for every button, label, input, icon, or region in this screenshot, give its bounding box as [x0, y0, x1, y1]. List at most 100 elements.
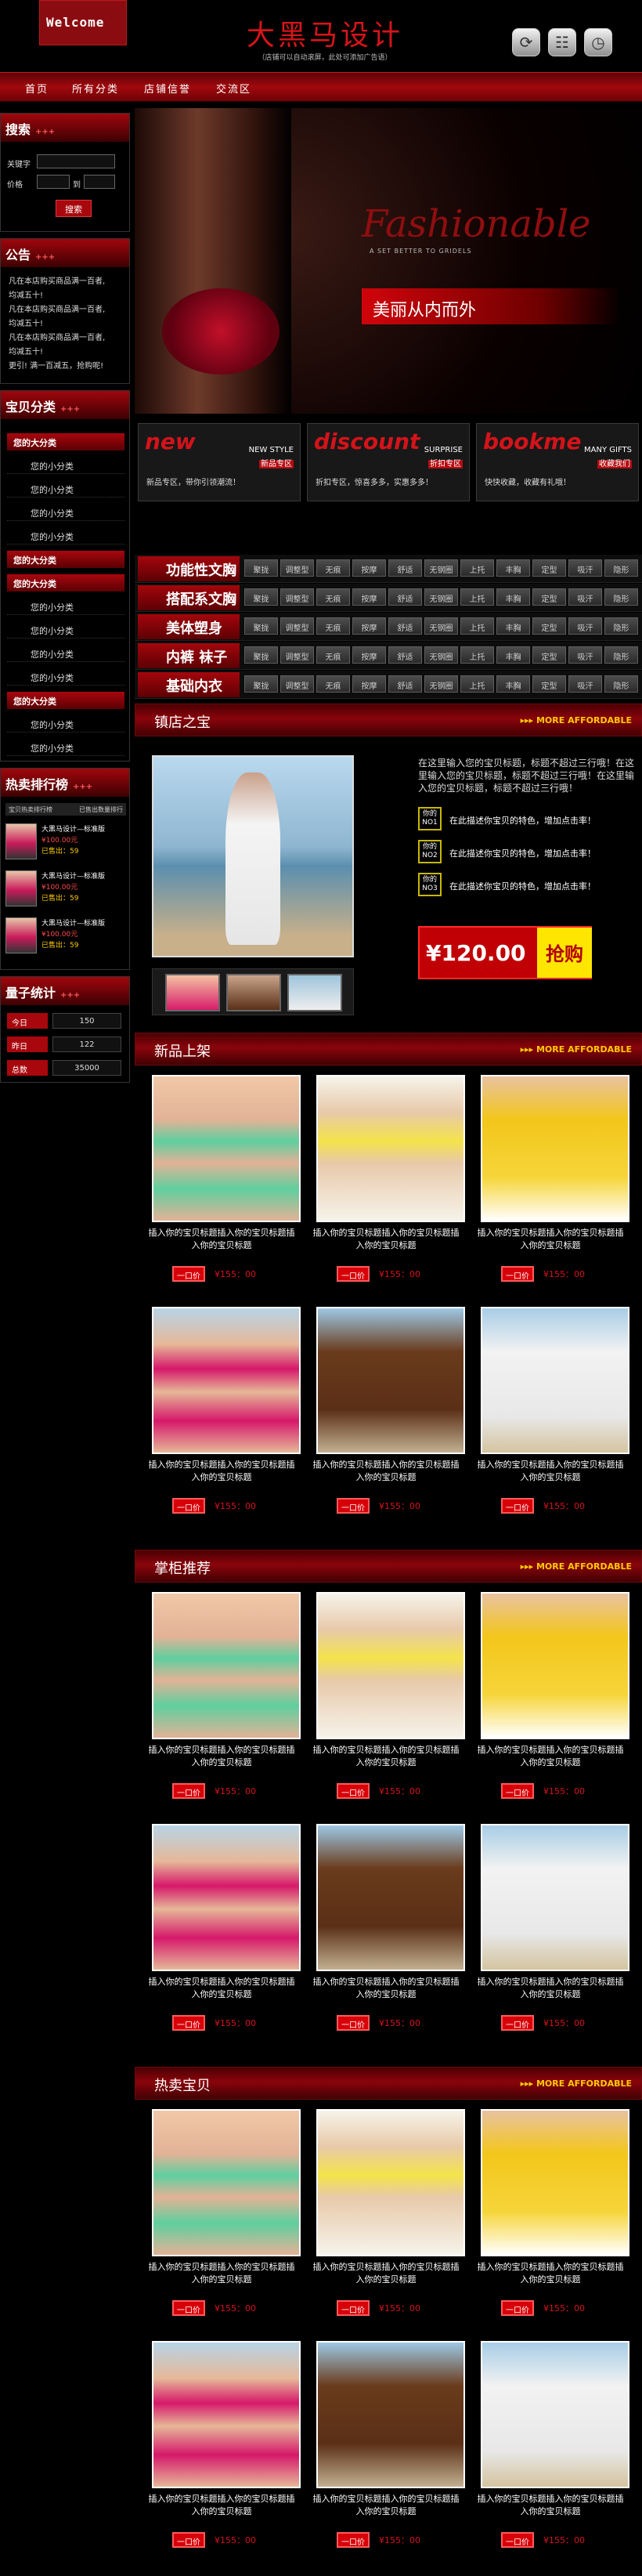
- product-thumbnail[interactable]: [5, 823, 37, 859]
- product-card[interactable]: 插入你的宝贝标题插入你的宝贝标题插入你的宝贝标题 一口价 ¥155：00: [470, 1822, 629, 2050]
- category-tag[interactable]: 无钢圈: [424, 617, 458, 635]
- buy-button[interactable]: 一口价: [337, 1498, 370, 1514]
- product-card[interactable]: 插入你的宝贝标题插入你的宝贝标题插入你的宝贝标题 一口价 ¥155：00: [141, 2339, 301, 2567]
- buy-button[interactable]: 一口价: [172, 1266, 205, 1282]
- category-row-title[interactable]: 功能性文胸: [138, 556, 240, 581]
- hot-rank-item[interactable]: 大黑马设计—标准版 ¥100.00元 已售出：59: [5, 914, 126, 958]
- product-card[interactable]: 插入你的宝贝标题插入你的宝贝标题插入你的宝贝标题 一口价 ¥155：00: [141, 1073, 301, 1301]
- category-tag[interactable]: 舒适: [388, 675, 422, 693]
- category-tag[interactable]: 吸汗: [568, 617, 602, 635]
- product-card[interactable]: 插入你的宝贝标题插入你的宝贝标题插入你的宝贝标题 一口价 ¥155：00: [305, 2339, 465, 2567]
- category-tag[interactable]: 定型: [532, 617, 566, 635]
- hot-item-name[interactable]: 大黑马设计—标准版: [41, 870, 105, 881]
- category-tag[interactable]: 丰胸: [496, 646, 530, 664]
- category-tag[interactable]: 按摩: [352, 559, 386, 577]
- product-title[interactable]: 插入你的宝贝标题插入你的宝贝标题插入你的宝贝标题: [312, 1227, 460, 1252]
- category-tag[interactable]: 隐形: [604, 617, 638, 635]
- refresh-icon[interactable]: ⟳: [512, 28, 540, 56]
- buy-button[interactable]: 一口价: [337, 1783, 370, 1799]
- category-row-title[interactable]: 美体塑身: [138, 614, 240, 639]
- category-tag[interactable]: 聚拢: [244, 617, 278, 635]
- category-tag[interactable]: 按摩: [352, 617, 386, 635]
- product-image[interactable]: [316, 2341, 465, 2488]
- product-card[interactable]: 插入你的宝贝标题插入你的宝贝标题插入你的宝贝标题 一口价 ¥155：00: [141, 1590, 301, 1818]
- product-title[interactable]: 插入你的宝贝标题插入你的宝贝标题插入你的宝贝标题: [476, 1976, 625, 2001]
- subcategory-item[interactable]: 您的小分类: [7, 504, 124, 521]
- product-title[interactable]: 插入你的宝贝标题插入你的宝贝标题插入你的宝贝标题: [312, 2493, 460, 2518]
- category-tag[interactable]: 无钢圈: [424, 675, 458, 693]
- category-tag[interactable]: 丰胸: [496, 559, 530, 577]
- category-group[interactable]: 您的大分类: [7, 551, 124, 568]
- category-tag[interactable]: 调整型: [280, 675, 314, 693]
- category-tag[interactable]: 吸汗: [568, 646, 602, 664]
- product-image[interactable]: [316, 1075, 465, 1222]
- more-link[interactable]: ▸▸▸ MORE AFFORDABLE: [521, 1044, 632, 1055]
- category-tag[interactable]: 聚拢: [244, 646, 278, 664]
- subcategory-item[interactable]: 您的小分类: [7, 739, 124, 756]
- subcategory-item[interactable]: 您的小分类: [7, 457, 124, 474]
- category-tag[interactable]: 隐形: [604, 675, 638, 693]
- buy-button[interactable]: 一口价: [501, 1266, 534, 1282]
- category-tag[interactable]: 无痕: [316, 675, 350, 693]
- featured-image[interactable]: [152, 755, 354, 957]
- more-label[interactable]: MORE AFFORDABLE: [536, 715, 632, 725]
- category-tag[interactable]: 舒适: [388, 559, 422, 577]
- category-tag[interactable]: 定型: [532, 646, 566, 664]
- more-link[interactable]: ▸▸▸ MORE AFFORDABLE: [521, 2079, 632, 2089]
- category-tag[interactable]: 聚拢: [244, 588, 278, 606]
- category-group[interactable]: 您的大分类: [7, 433, 124, 450]
- category-tag[interactable]: 丰胸: [496, 675, 530, 693]
- price-min-input[interactable]: [37, 175, 70, 189]
- product-image[interactable]: [316, 1307, 465, 1454]
- category-tag[interactable]: 上托: [460, 675, 494, 693]
- category-tag[interactable]: 隐形: [604, 559, 638, 577]
- product-card[interactable]: 插入你的宝贝标题插入你的宝贝标题插入你的宝贝标题 一口价 ¥155：00: [305, 2107, 465, 2335]
- category-tag[interactable]: 定型: [532, 588, 566, 606]
- buy-button[interactable]: 一口价: [172, 2532, 205, 2548]
- buy-button[interactable]: 一口价: [501, 2015, 534, 2031]
- product-image[interactable]: [481, 2109, 629, 2256]
- buy-button[interactable]: 一口价: [501, 1783, 534, 1799]
- more-label[interactable]: MORE AFFORDABLE: [536, 1561, 632, 1572]
- subcategory-item[interactable]: 您的小分类: [7, 668, 124, 686]
- nav-shop-credit[interactable]: 店铺信誉: [144, 81, 191, 96]
- category-row-title[interactable]: 内裤 袜子: [138, 643, 240, 668]
- product-image[interactable]: [481, 1592, 629, 1739]
- hot-rank-item[interactable]: 大黑马设计—标准版 ¥100.00元 已售出：59: [5, 867, 126, 911]
- product-image[interactable]: [481, 1075, 629, 1222]
- product-image[interactable]: [481, 2341, 629, 2488]
- category-row-title[interactable]: 搭配系文胸: [138, 585, 240, 610]
- buy-button[interactable]: 一口价: [501, 2532, 534, 2548]
- product-title[interactable]: 插入你的宝贝标题插入你的宝贝标题插入你的宝贝标题: [147, 1976, 296, 2001]
- nav-home[interactable]: 首页: [25, 81, 49, 96]
- product-thumbnail[interactable]: [5, 917, 37, 953]
- subcategory-item[interactable]: 您的小分类: [7, 645, 124, 662]
- subcategory-item[interactable]: 您的小分类: [7, 621, 124, 639]
- product-title[interactable]: 插入你的宝贝标题插入你的宝贝标题插入你的宝贝标题: [312, 2261, 460, 2286]
- buy-now-button[interactable]: 抢购: [537, 928, 592, 978]
- product-title[interactable]: 插入你的宝贝标题插入你的宝贝标题插入你的宝贝标题: [147, 2493, 296, 2518]
- buy-button[interactable]: 一口价: [172, 1783, 205, 1799]
- category-tag[interactable]: 聚拢: [244, 559, 278, 577]
- category-tag[interactable]: 隐形: [604, 588, 638, 606]
- category-tag[interactable]: 无痕: [316, 588, 350, 606]
- product-title[interactable]: 插入你的宝贝标题插入你的宝贝标题插入你的宝贝标题: [476, 2261, 625, 2286]
- product-card[interactable]: 插入你的宝贝标题插入你的宝贝标题插入你的宝贝标题 一口价 ¥155：00: [305, 1590, 465, 1818]
- product-image[interactable]: [481, 1824, 629, 1971]
- product-title[interactable]: 插入你的宝贝标题插入你的宝贝标题插入你的宝贝标题: [147, 1227, 296, 1252]
- product-card[interactable]: 插入你的宝贝标题插入你的宝贝标题插入你的宝贝标题 一口价 ¥155：00: [305, 1305, 465, 1532]
- product-title[interactable]: 插入你的宝贝标题插入你的宝贝标题插入你的宝贝标题: [147, 1459, 296, 1484]
- product-image[interactable]: [152, 1824, 301, 1971]
- history-icon[interactable]: ◷: [584, 28, 612, 56]
- category-row-title[interactable]: 基础内衣: [138, 672, 240, 697]
- product-image[interactable]: [152, 2109, 301, 2256]
- category-tag[interactable]: 定型: [532, 559, 566, 577]
- product-title[interactable]: 插入你的宝贝标题插入你的宝贝标题插入你的宝贝标题: [476, 2493, 625, 2518]
- more-link[interactable]: ▸▸▸ MORE AFFORDABLE: [521, 1561, 632, 1572]
- category-tag[interactable]: 调整型: [280, 617, 314, 635]
- product-card[interactable]: 插入你的宝贝标题插入你的宝贝标题插入你的宝贝标题 一口价 ¥155：00: [470, 2107, 629, 2335]
- product-title[interactable]: 插入你的宝贝标题插入你的宝贝标题插入你的宝贝标题: [476, 1744, 625, 1769]
- featured-thumb[interactable]: [226, 974, 281, 1011]
- promo-discount[interactable]: discount SURPRISE 折扣专区 折扣专区，惊喜多多，实惠多多！: [307, 423, 470, 501]
- product-image[interactable]: [152, 1592, 301, 1739]
